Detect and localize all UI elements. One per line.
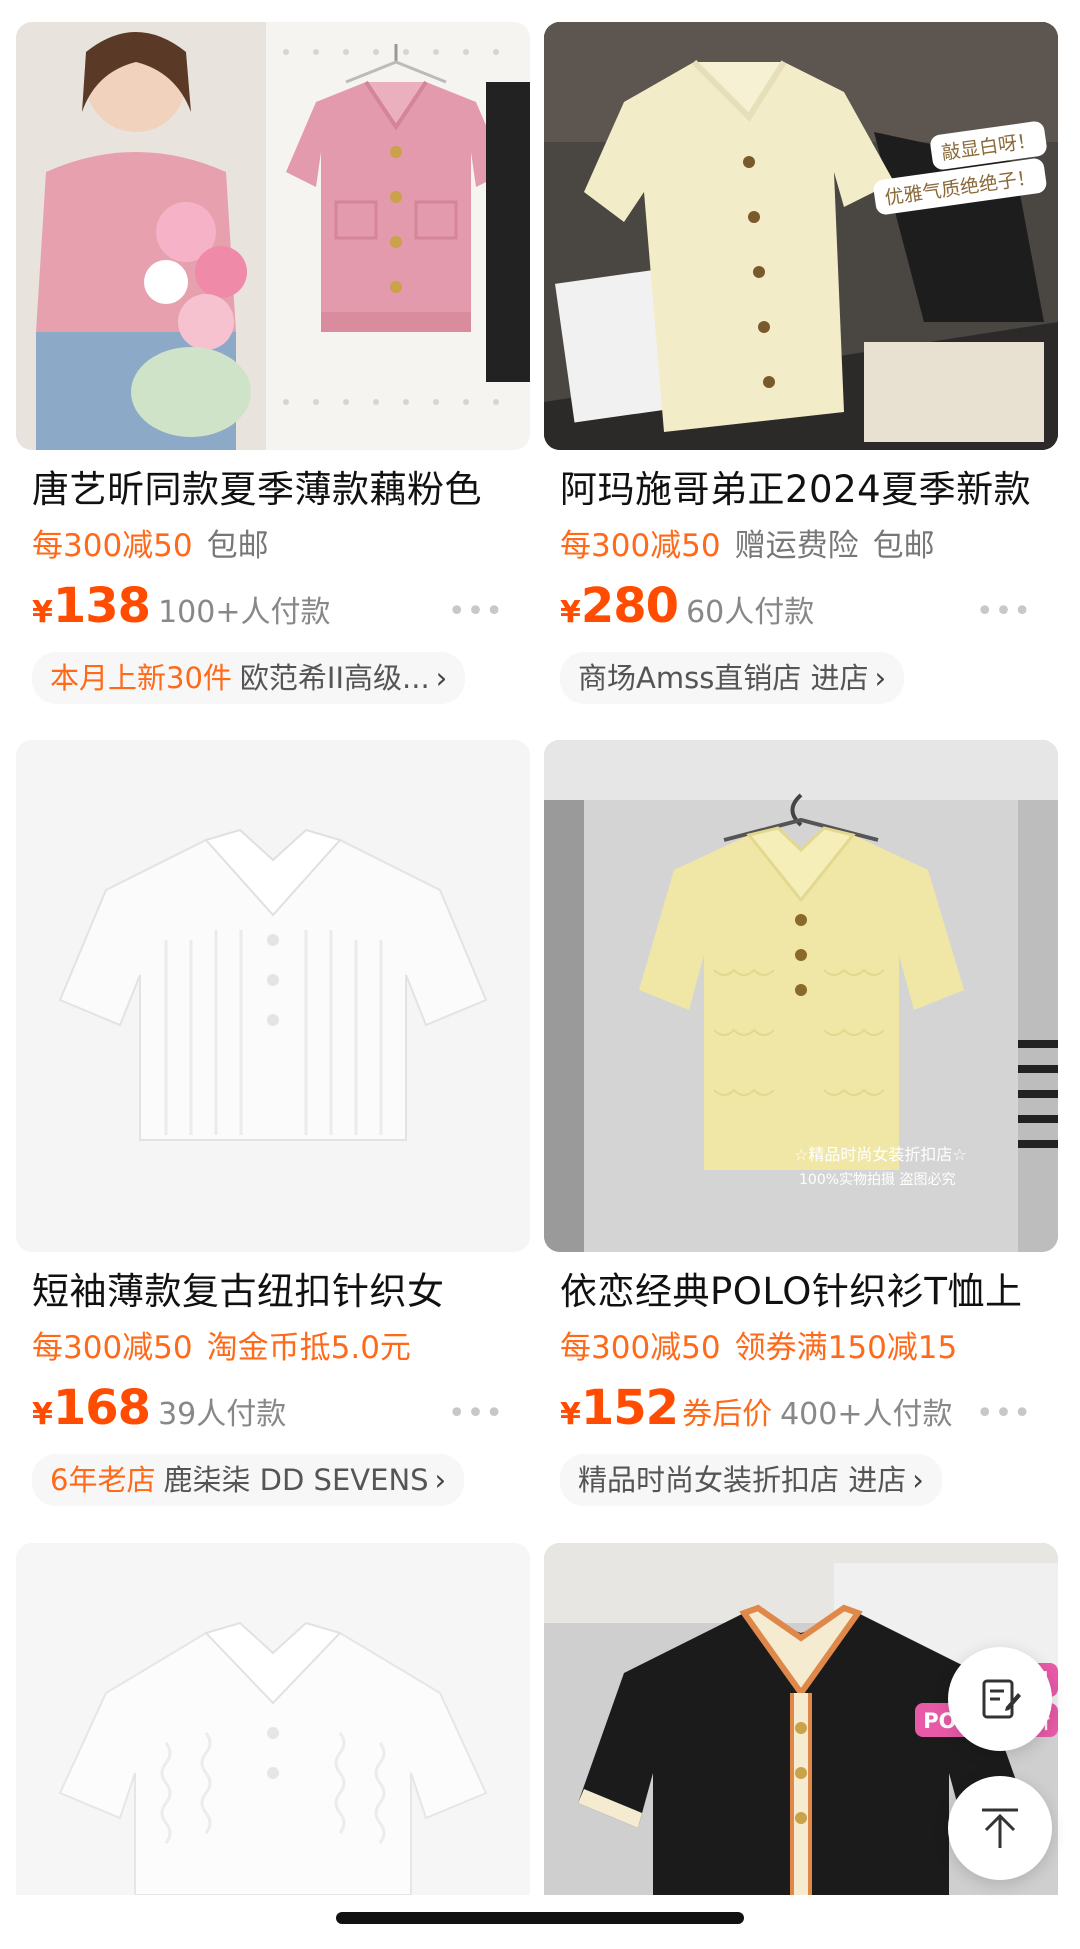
shop-link[interactable]: 6年老店 鹿柒柒 DD SEVENS › xyxy=(32,1454,465,1506)
more-options-icon[interactable]: ••• xyxy=(448,1396,504,1431)
currency-symbol: ¥ xyxy=(32,1397,53,1432)
paid-count: 100+人付款 xyxy=(158,595,331,630)
product-image[interactable] xyxy=(16,740,530,1252)
product-card[interactable]: 短袖薄款复古纽扣针织女 每300减50 淘金币抵5.0元 ¥168 39人付款 ••… xyxy=(16,740,530,1510)
promo-tag: 领券满150减15 xyxy=(734,1330,958,1366)
price-row: ¥280 60人付款 ••• xyxy=(544,578,1058,638)
chevron-right-icon: › xyxy=(912,1463,924,1497)
product-title[interactable]: 依恋经典POLO针织衫T恤上 xyxy=(544,1270,1058,1314)
currency-symbol: ¥ xyxy=(560,1397,581,1432)
shop-highlight: 6年老店 xyxy=(50,1463,156,1497)
watermark-text: ☆精品时尚女装折扣店☆ xyxy=(794,1145,967,1164)
promo-tag: 每300减50 xyxy=(560,528,721,564)
promo-tags: 每300减50 淘金币抵5.0元 xyxy=(16,1328,530,1368)
watermark-text: 100%实物拍摄 盗图必究 xyxy=(799,1172,955,1188)
product-card[interactable]: 唐艺昕同款夏季薄款藕粉色 每300减50 包邮 ¥138 100+人付款 ••• 本… xyxy=(16,22,530,708)
product-title[interactable]: 唐艺昕同款夏季薄款藕粉色 xyxy=(16,468,530,512)
currency-symbol: ¥ xyxy=(560,595,581,630)
chevron-right-icon: › xyxy=(435,661,448,695)
promo-tag: 包邮 xyxy=(206,528,269,564)
paid-count: 60人付款 xyxy=(686,595,815,630)
price-row: ¥138 100+人付款 ••• xyxy=(16,578,530,638)
product-card[interactable]: 敲显白呀！ 优雅气质绝绝子！ 阿玛施哥弟正2024夏季新款 每300减50 赠运费… xyxy=(544,22,1058,708)
product-card[interactable]: ☆精品时尚女装折扣店☆ 100%实物拍摄 盗图必究 依恋经典POLO针织衫T恤上… xyxy=(544,740,1058,1510)
price-row: ¥168 39人付款 ••• xyxy=(16,1380,530,1440)
product-card[interactable] xyxy=(16,1543,530,1895)
more-options-icon[interactable]: ••• xyxy=(976,594,1032,629)
promo-tag: 每300减50 xyxy=(32,528,193,564)
enter-shop-label: 进店 xyxy=(810,661,869,695)
shop-link[interactable]: 商场Amss直销店 进店 › xyxy=(560,652,905,704)
shop-highlight: 本月上新30件 xyxy=(50,661,232,695)
price-value: 168 xyxy=(52,1380,151,1436)
shop-name: 商场Amss直销店 xyxy=(578,661,802,695)
promo-tag: 淘金币抵5.0元 xyxy=(206,1330,411,1366)
promo-tag: 每300减50 xyxy=(32,1330,193,1366)
product-image[interactable]: 敲显白呀！ 优雅气质绝绝子！ xyxy=(544,22,1058,450)
paid-count: 39人付款 xyxy=(158,1397,287,1432)
promo-tag: 赠运费险 xyxy=(734,528,859,564)
price-value: 280 xyxy=(580,578,679,634)
shop-name: 欧范希II高级... xyxy=(239,661,430,695)
shop-name: 鹿柒柒 DD SEVENS xyxy=(163,1463,429,1497)
price-value: 152 xyxy=(580,1380,679,1436)
product-image[interactable]: ☆精品时尚女装折扣店☆ 100%实物拍摄 盗图必究 xyxy=(544,740,1058,1252)
price-value: 138 xyxy=(52,578,151,634)
product-grid: 唐艺昕同款夏季薄款藕粉色 每300减50 包邮 ¥138 100+人付款 ••• 本… xyxy=(0,0,1080,1949)
product-image[interactable] xyxy=(16,22,530,450)
paid-count: 400+人付款 xyxy=(780,1397,953,1432)
promo-tags: 每300减50 包邮 xyxy=(16,526,530,566)
product-image[interactable] xyxy=(16,1543,530,1895)
edit-button[interactable] xyxy=(948,1647,1052,1751)
chevron-right-icon: › xyxy=(434,1463,447,1497)
shop-link[interactable]: 本月上新30件 欧范希II高级... › xyxy=(32,652,466,704)
enter-shop-label: 进店 xyxy=(848,1463,907,1497)
home-indicator[interactable] xyxy=(336,1912,744,1924)
product-title[interactable]: 短袖薄款复古纽扣针织女 xyxy=(16,1270,530,1314)
promo-tags: 每300减50 赠运费险 包邮 xyxy=(544,526,1058,566)
back-to-top-button[interactable] xyxy=(948,1776,1052,1880)
promo-tag: 包邮 xyxy=(872,528,935,564)
currency-symbol: ¥ xyxy=(32,595,53,630)
shop-link[interactable]: 精品时尚女装折扣店 进店 › xyxy=(560,1454,942,1506)
coupon-price-label: 券后价 xyxy=(682,1397,773,1432)
more-options-icon[interactable]: ••• xyxy=(448,594,504,629)
price-row: ¥152 券后价 400+人付款 ••• xyxy=(544,1380,1058,1440)
chevron-right-icon: › xyxy=(874,661,887,695)
promo-sticker: 敲显白呀！ 优雅气质绝绝子！ xyxy=(872,120,1048,216)
promo-tags: 每300减50 领券满150减15 xyxy=(544,1328,1058,1368)
shop-name: 精品时尚女装折扣店 xyxy=(578,1463,840,1497)
more-options-icon[interactable]: ••• xyxy=(976,1396,1032,1431)
back-to-top-icon xyxy=(982,1808,1018,1848)
edit-icon xyxy=(982,1679,1021,1719)
promo-tag: 每300减50 xyxy=(560,1330,721,1366)
product-title[interactable]: 阿玛施哥弟正2024夏季新款 xyxy=(544,468,1058,512)
